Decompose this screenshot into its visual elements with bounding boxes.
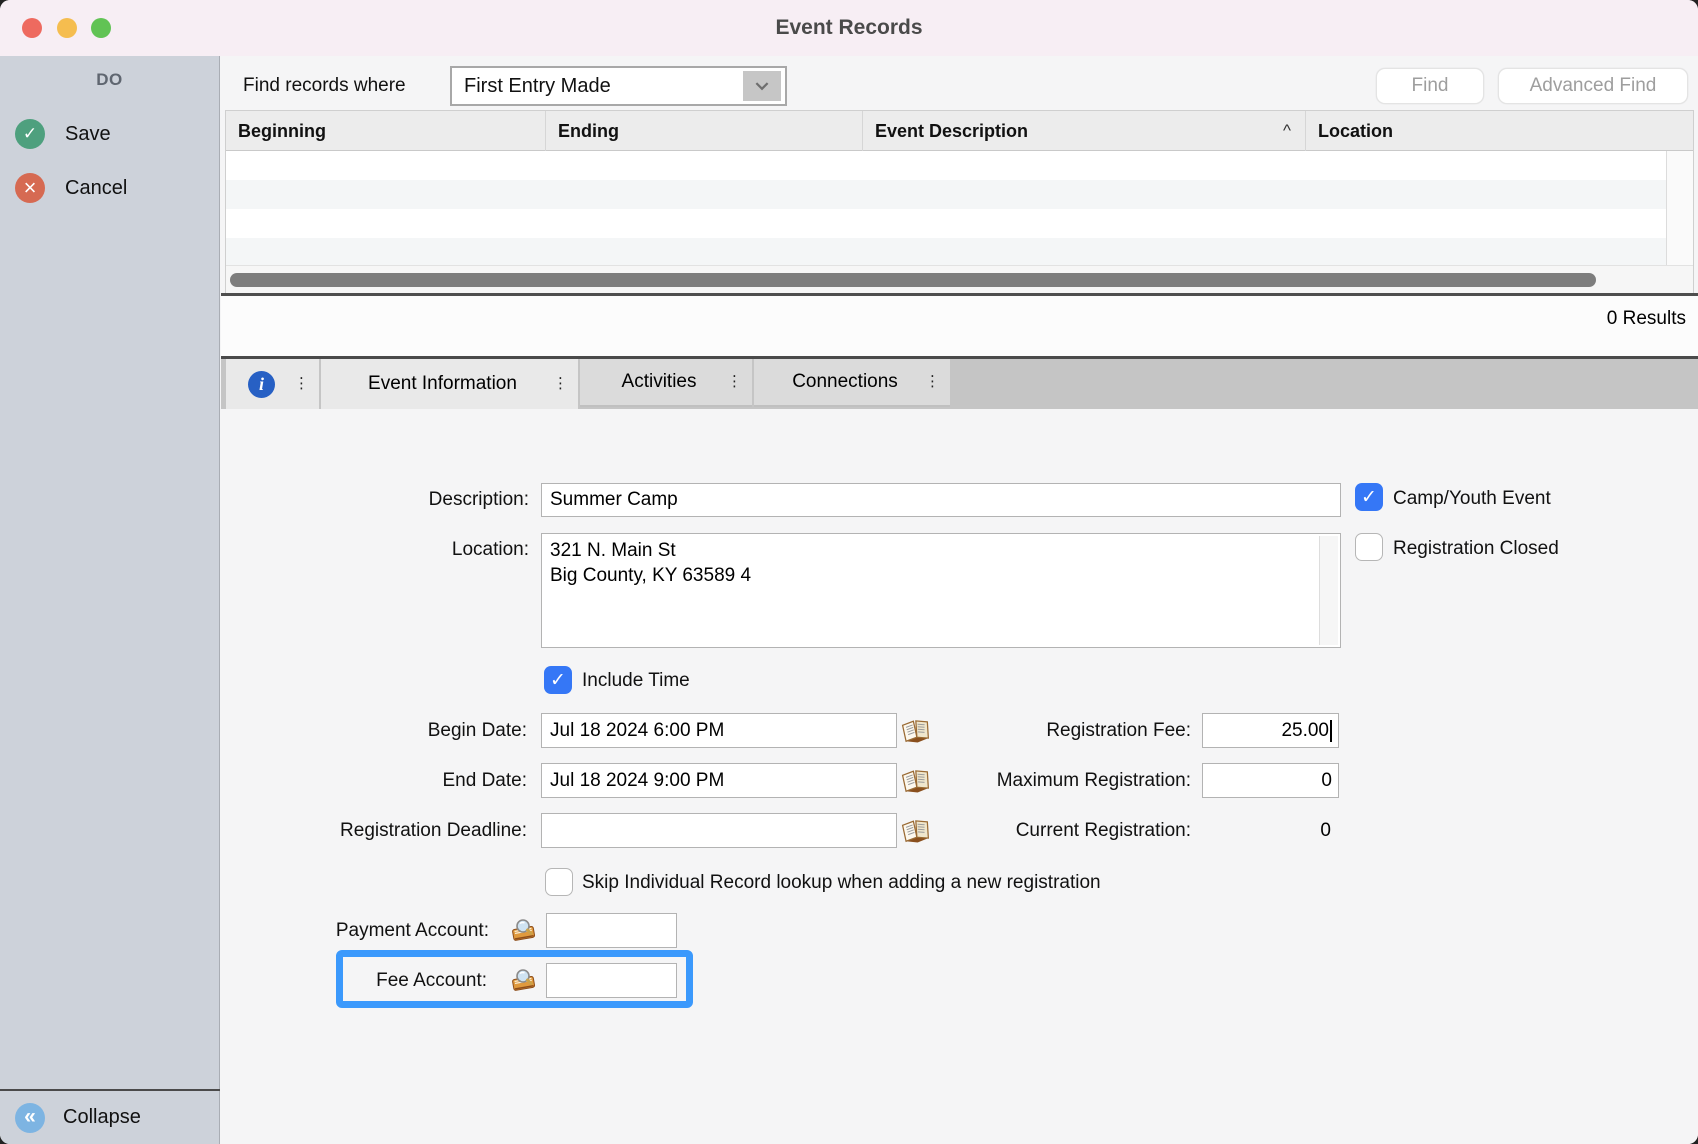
header-scroll-corner [1667, 111, 1693, 151]
info-icon [248, 371, 275, 398]
sidebar-header: DO [0, 70, 219, 90]
tab-strip: Event Information Activities Connections [221, 356, 1698, 409]
tab-activities[interactable]: Activities [580, 359, 752, 407]
registration-fee-input[interactable]: 25.00 [1202, 713, 1339, 748]
cancel-x-icon [15, 173, 45, 203]
current-registration-value: 0 [1202, 813, 1331, 848]
description-input[interactable] [541, 483, 1341, 517]
results-table: Beginning Ending Event Description ^ Loc… [225, 110, 1694, 293]
skip-lookup-checkbox[interactable] [545, 868, 573, 896]
location-label: Location: [321, 533, 529, 567]
find-button[interactable]: Find [1376, 68, 1484, 104]
column-header-location[interactable]: Location [1306, 111, 1667, 151]
fee-account-label: Fee Account: [321, 963, 487, 998]
sidebar: DO Save Cancel Collapse [0, 56, 220, 1144]
fee-account-input[interactable] [546, 963, 677, 998]
begin-date-input[interactable] [541, 713, 897, 748]
tab-info[interactable] [226, 359, 319, 409]
tab-connections[interactable]: Connections [754, 359, 950, 407]
registration-fee-label: Registration Fee: [991, 713, 1191, 748]
column-header-event-description[interactable]: Event Description ^ [863, 111, 1306, 151]
maximum-registration-input[interactable]: 0 [1202, 763, 1339, 798]
event-records-window: Event Records DO Save Cancel Collapse Fi… [0, 0, 1698, 1144]
tab-menu-dots-icon[interactable] [553, 377, 568, 391]
current-registration-label: Current Registration: [971, 813, 1191, 848]
tab-menu-dots-icon[interactable] [925, 375, 940, 389]
location-scrollbar[interactable] [1319, 536, 1338, 645]
end-date-input[interactable] [541, 763, 897, 798]
column-header-ending[interactable]: Ending [546, 111, 863, 151]
find-records-where-label: Find records where [243, 72, 406, 100]
save-button[interactable]: Save [15, 119, 111, 149]
cancel-button[interactable]: Cancel [15, 173, 127, 203]
find-field-dropdown[interactable]: First Entry Made [450, 66, 787, 106]
location-textarea[interactable]: 321 N. Main St Big County, KY 63589 4 [541, 533, 1341, 648]
skip-lookup-label: Skip Individual Record lookup when addin… [582, 868, 1101, 897]
column-header-beginning[interactable]: Beginning [226, 111, 546, 151]
window-title: Event Records [0, 0, 1698, 56]
payment-account-label: Payment Account: [281, 913, 489, 948]
payment-account-lookup-icon[interactable] [507, 917, 539, 950]
table-row[interactable] [226, 238, 1666, 267]
table-row[interactable] [226, 209, 1666, 238]
horizontal-scrollbar-thumb[interactable] [230, 273, 1596, 287]
camp-youth-event-checkbox[interactable] [1355, 483, 1383, 511]
tab-event-information[interactable]: Event Information [321, 359, 578, 409]
begin-date-calendar-icon[interactable] [901, 718, 931, 749]
vertical-scrollbar[interactable] [1666, 151, 1693, 265]
registration-deadline-label: Registration Deadline: [281, 813, 527, 848]
end-date-calendar-icon[interactable] [901, 768, 931, 799]
titlebar: Event Records [0, 0, 1698, 56]
registration-deadline-calendar-icon[interactable] [901, 818, 931, 849]
main-area: Find records where First Entry Made Find… [221, 56, 1698, 1144]
results-count: 0 Results [1607, 308, 1686, 330]
save-label: Save [65, 123, 111, 146]
collapse-label: Collapse [63, 1106, 141, 1129]
save-check-icon [15, 119, 45, 149]
fee-account-lookup-icon[interactable] [507, 967, 539, 1000]
sort-ascending-icon: ^ [1283, 111, 1291, 151]
registration-closed-label: Registration Closed [1393, 533, 1559, 565]
registration-deadline-input[interactable] [541, 813, 897, 848]
description-label: Description: [321, 483, 529, 517]
maximum-registration-label: Maximum Registration: [971, 763, 1191, 798]
camp-youth-event-label: Camp/Youth Event [1393, 483, 1551, 515]
cancel-label: Cancel [65, 177, 127, 200]
text-cursor [1330, 720, 1332, 742]
begin-date-label: Begin Date: [321, 713, 527, 748]
results-band: 0 Results [221, 296, 1698, 356]
end-date-label: End Date: [321, 763, 527, 798]
registration-closed-checkbox[interactable] [1355, 533, 1383, 561]
payment-account-input[interactable] [546, 913, 677, 948]
table-row[interactable] [226, 180, 1666, 209]
horizontal-scrollbar[interactable] [226, 265, 1693, 293]
tab-menu-dots-icon[interactable] [294, 377, 309, 391]
collapse-chevrons-icon [15, 1103, 45, 1133]
chevron-down-icon[interactable] [743, 71, 781, 101]
collapse-button[interactable]: Collapse [0, 1089, 220, 1144]
include-time-label: Include Time [582, 666, 690, 695]
results-table-header: Beginning Ending Event Description ^ Loc… [226, 111, 1693, 151]
table-row[interactable] [226, 151, 1666, 180]
find-field-dropdown-value: First Entry Made [452, 75, 743, 98]
advanced-find-button[interactable]: Advanced Find [1498, 68, 1688, 104]
tab-menu-dots-icon[interactable] [727, 375, 742, 389]
include-time-checkbox[interactable] [544, 666, 572, 694]
